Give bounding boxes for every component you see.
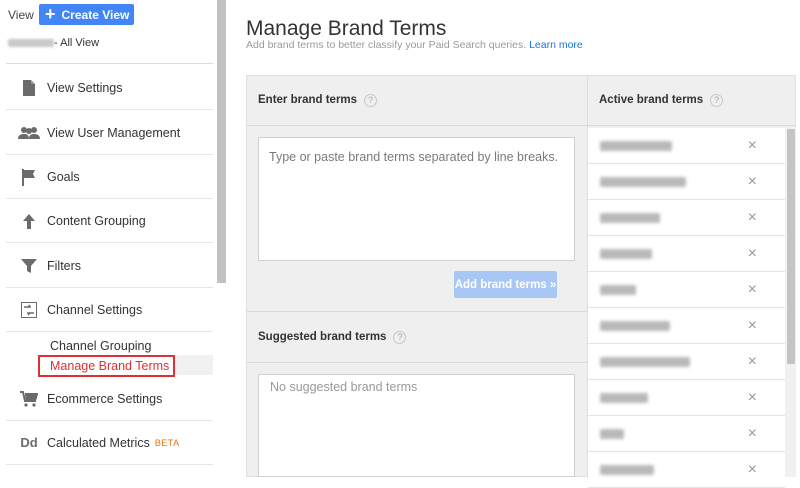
remove-term-icon[interactable]: × <box>748 353 757 371</box>
suggested-brand-terms-header: Suggested brand terms ? <box>258 312 407 362</box>
help-icon[interactable]: ? <box>710 93 724 107</box>
sidebar-item-label: Channel Settings <box>47 302 143 317</box>
brand-terms-textarea[interactable]: Type or paste brand terms separated by l… <box>258 137 575 261</box>
list-item: × <box>588 272 785 308</box>
sidebar-item-filters[interactable]: Filters <box>6 244 213 288</box>
enter-brand-terms-title: Enter brand terms <box>258 94 358 106</box>
redacted-term <box>600 320 670 331</box>
sidebar-item-ecommerce-settings[interactable]: Ecommerce Settings <box>6 377 213 421</box>
redacted-term <box>600 428 624 439</box>
sidebar-scrollbar[interactable] <box>217 0 226 283</box>
list-item: × <box>588 236 785 272</box>
sidebar-item-view-user-management[interactable]: View User Management <box>6 111 213 155</box>
learn-more-link[interactable]: Learn more <box>529 39 583 51</box>
sidebar: View + Create View - All View View Setti… <box>0 0 228 477</box>
sidebar-subitem-manage-brand-terms[interactable]: Manage Brand Terms <box>38 355 175 377</box>
sidebar-divider <box>6 63 213 64</box>
flag-icon <box>16 167 42 187</box>
channel-settings-icon <box>16 300 42 320</box>
create-view-label: Create View <box>61 7 130 22</box>
active-terms-scrollbar-thumb[interactable] <box>787 129 795 364</box>
sidebar-item-channel-settings[interactable]: Channel Settings <box>6 288 213 332</box>
sidebar-item-label: View Settings <box>47 80 123 95</box>
sidebar-item-content-grouping[interactable]: Content Grouping <box>6 199 213 243</box>
active-brand-terms-header: Active brand terms ? <box>599 75 724 125</box>
list-item: × <box>588 164 785 200</box>
remove-term-icon[interactable]: × <box>748 137 757 155</box>
document-icon <box>16 78 42 98</box>
sidebar-item-view-settings[interactable]: View Settings <box>6 66 213 110</box>
list-item: × <box>588 344 785 380</box>
sidebar-item-label: Content Grouping <box>47 213 146 228</box>
suggested-brand-terms-box: No suggested brand terms <box>258 374 575 477</box>
sidebar-item-label: Filters <box>47 258 82 273</box>
remove-term-icon[interactable]: × <box>748 461 757 479</box>
redacted-term <box>600 392 648 403</box>
create-view-button[interactable]: + Create View <box>39 4 134 25</box>
redacted-term <box>600 248 652 259</box>
page-subtitle: Add brand terms to better classify your … <box>246 39 583 51</box>
add-brand-terms-button[interactable]: Add brand terms » <box>454 271 557 298</box>
help-icon[interactable]: ? <box>393 330 407 344</box>
sidebar-subitem-channel-grouping[interactable]: Channel Grouping <box>50 339 151 353</box>
dd-icon: Dd <box>20 435 38 450</box>
remove-term-icon[interactable]: × <box>748 281 757 299</box>
subtitle-text: Add brand terms to better classify your … <box>246 39 527 51</box>
view-name-label: - All View <box>54 37 100 49</box>
active-row-highlight <box>175 355 213 375</box>
sidebar-item-label: Ecommerce Settings <box>47 391 163 406</box>
person-walk-icon <box>16 211 42 231</box>
beta-badge: BETA <box>154 437 180 448</box>
header-divider <box>246 125 587 126</box>
redacted-term <box>600 284 636 295</box>
redacted-term <box>600 140 672 151</box>
list-item: × <box>588 128 785 164</box>
filter-icon <box>16 256 42 276</box>
remove-term-icon[interactable]: × <box>748 173 757 191</box>
sidebar-item-label: Goals <box>47 169 80 184</box>
view-selector[interactable]: - All View <box>8 37 99 49</box>
view-label: View <box>8 8 34 22</box>
list-item: × <box>588 452 785 488</box>
list-item: × <box>588 380 785 416</box>
list-item: × <box>588 416 785 452</box>
sidebar-item-calculated-metrics[interactable]: Dd Calculated Metrics BETA <box>6 421 213 465</box>
redacted-term <box>600 464 654 475</box>
remove-term-icon[interactable]: × <box>748 209 757 227</box>
help-icon[interactable]: ? <box>364 93 378 107</box>
redacted-term <box>600 212 660 223</box>
list-item: × <box>588 200 785 236</box>
page-title: Manage Brand Terms <box>246 17 447 40</box>
suggested-brand-terms-title: Suggested brand terms <box>258 331 387 343</box>
redacted-term <box>600 356 690 367</box>
sidebar-item-label: Calculated Metrics <box>47 435 150 450</box>
sidebar-item-goals[interactable]: Goals <box>6 155 213 199</box>
remove-term-icon[interactable]: × <box>748 425 757 443</box>
active-brand-terms-title: Active brand terms <box>599 94 704 106</box>
header-divider <box>246 362 587 363</box>
sidebar-item-label: View User Management <box>47 125 181 140</box>
remove-term-icon[interactable]: × <box>748 245 757 263</box>
redacted-account-name <box>8 39 54 47</box>
header-divider <box>588 125 796 126</box>
list-item: × <box>588 308 785 344</box>
cart-icon <box>16 389 42 409</box>
redacted-term <box>600 176 686 187</box>
enter-brand-terms-header: Enter brand terms ? <box>258 75 378 125</box>
remove-term-icon[interactable]: × <box>748 317 757 335</box>
remove-term-icon[interactable]: × <box>748 389 757 407</box>
people-icon <box>16 123 42 143</box>
plus-icon: + <box>45 3 56 24</box>
